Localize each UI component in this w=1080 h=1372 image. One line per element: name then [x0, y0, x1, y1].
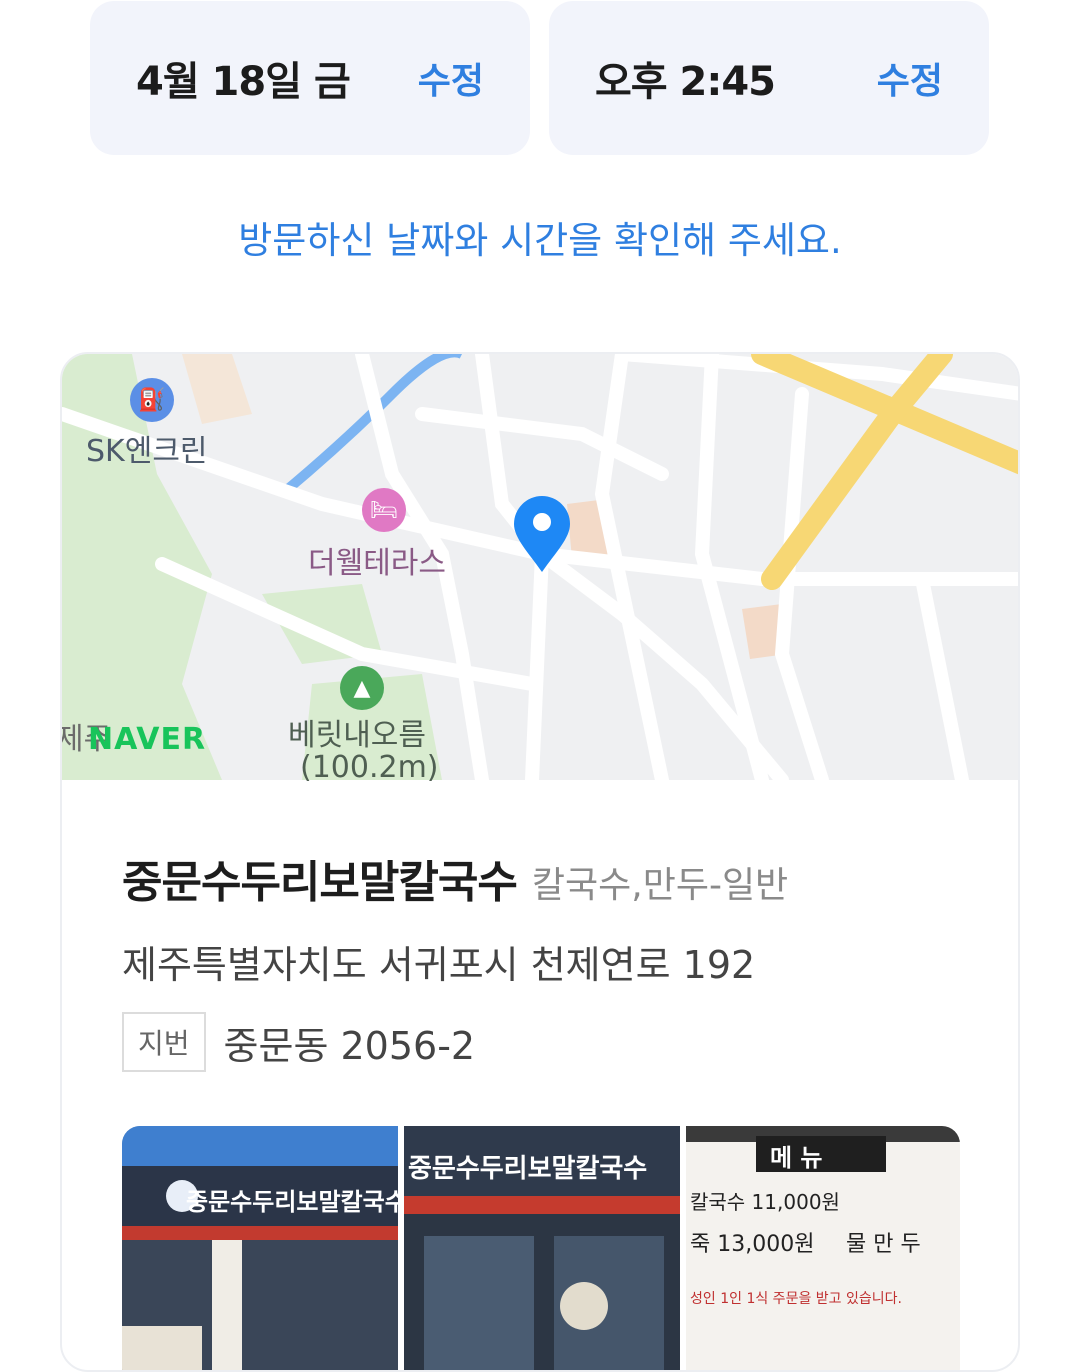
visit-date-card: 4월 18일 금 수정 — [90, 1, 530, 155]
photo-storefront-2[interactable]: 중문수두리보말칼국수 — [404, 1126, 680, 1370]
storefront-sign-1: 중문수두리보말칼국수 — [186, 1188, 398, 1216]
edit-date-button[interactable]: 수정 — [418, 52, 484, 104]
jibun-address: 중문동 2056-2 — [223, 1023, 476, 1068]
visit-time: 오후 2:45 — [595, 59, 776, 105]
menu-note: 성인 1인 1식 주문을 받고 있습니다. — [690, 1291, 902, 1307]
map-label-mountain-height: (100.2m) — [300, 750, 439, 785]
photo-menu-board[interactable]: 메 뉴 칼국수 11,000원 죽 13,000원 물 만 두 성인 1인 1식… — [686, 1126, 960, 1370]
photo-storefront-1[interactable]: 중문수두리보말칼국수 — [122, 1126, 398, 1370]
hotel-icon: 🛏 — [362, 488, 406, 532]
visit-time-card: 오후 2:45 수정 — [549, 1, 989, 155]
menu-line-1: 칼국수 11,000원 — [690, 1190, 840, 1214]
map-label-hotel: 더웰테라스 — [308, 546, 446, 581]
place-card: ⛽ SK엔크린 🛏 더웰테라스 ▲ 베릿내오름 (100.2m) 제주 NAVE… — [60, 352, 1020, 1372]
location-pin-icon — [514, 496, 570, 572]
jibun-badge: 지번 — [122, 1012, 206, 1072]
place-name[interactable]: 중문수두리보말칼국수 — [122, 857, 518, 908]
map-label-gas-station: SK엔크린 — [86, 434, 208, 469]
road-address: 제주특별자치도 서귀포시 천제연로 192 — [122, 943, 756, 987]
fuel-icon: ⛽ — [130, 378, 174, 422]
edit-time-button[interactable]: 수정 — [877, 52, 943, 104]
map-label-mountain: 베릿내오름 — [288, 718, 426, 753]
map-view[interactable]: ⛽ SK엔크린 🛏 더웰테라스 ▲ 베릿내오름 (100.2m) 제주 NAVE… — [62, 354, 1018, 785]
visit-notice: 방문하신 날짜와 시간을 확인해 주세요. — [238, 219, 842, 262]
storefront-image — [122, 1126, 398, 1370]
photo-gallery: 중문수두리보말칼국수 중문수두리보말칼국수 메 뉴 칼국수 11,000원 죽 … — [122, 1126, 960, 1370]
naver-logo: NAVER — [88, 722, 207, 757]
menu-line-2: 죽 13,000원 — [690, 1232, 815, 1257]
menu-line-3: 물 만 두 — [846, 1232, 921, 1257]
menu-title: 메 뉴 — [770, 1144, 823, 1172]
mountain-icon: ▲ — [340, 666, 384, 710]
jibun-row: 지번 중문동 2056-2 — [122, 1012, 475, 1072]
place-title: 중문수두리보말칼국수 칼국수,만두-일반 — [122, 846, 788, 910]
place-category: 칼국수,만두-일반 — [531, 865, 789, 906]
storefront-sign-2: 중문수두리보말칼국수 — [408, 1154, 648, 1184]
visit-date: 4월 18일 금 — [136, 59, 351, 105]
